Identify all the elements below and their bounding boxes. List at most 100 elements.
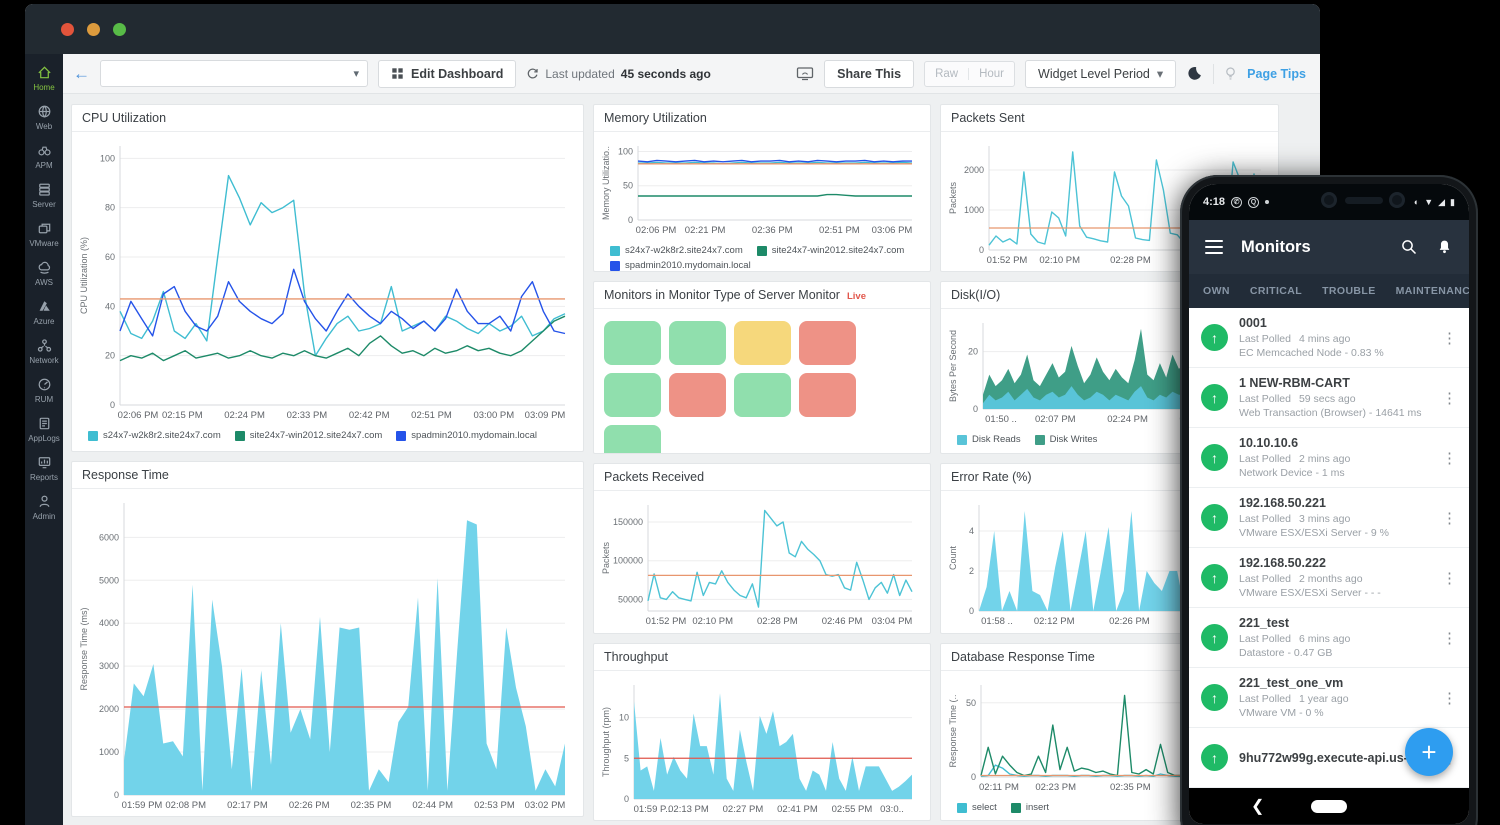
- sidebar-item-aws[interactable]: AWS: [25, 259, 63, 287]
- svg-text:02:06 PM: 02:06 PM: [636, 225, 677, 236]
- kebab-menu-icon[interactable]: ⋮: [1438, 449, 1461, 467]
- monitor-list-item[interactable]: ↑ 221_test Last Polled6 mins ago Datasto…: [1189, 608, 1469, 668]
- sidebar-item-apm[interactable]: APM: [25, 142, 63, 170]
- android-home-pill[interactable]: [1311, 800, 1347, 813]
- svg-text:02:33 PM: 02:33 PM: [287, 410, 328, 421]
- sidebar-item-server[interactable]: Server: [25, 181, 63, 209]
- close-button[interactable]: [61, 23, 74, 36]
- sidebar-item-applogs[interactable]: AppLogs: [25, 415, 63, 443]
- monitor-tile-trouble[interactable]: [734, 321, 791, 365]
- sidebar-item-admin[interactable]: Admin: [25, 493, 63, 521]
- monitor-list-item[interactable]: ↑ 221_test_one_vm Last Polled1 year ago …: [1189, 668, 1469, 728]
- kebab-menu-icon[interactable]: ⋮: [1438, 629, 1461, 647]
- svg-text:02:53 PM: 02:53 PM: [474, 800, 515, 811]
- packets-received-chart: 5000010000015000001:52 PM02:10 PM02:28 P…: [600, 497, 920, 629]
- hour-option[interactable]: Hour: [968, 68, 1014, 80]
- svg-text:0: 0: [628, 215, 633, 225]
- svg-text:02:27 PM: 02:27 PM: [723, 804, 764, 815]
- binoculars-icon: [36, 142, 53, 159]
- memory-legend: s24x7-w2k8r2.site24x7.comsite24x7-win201…: [600, 243, 922, 272]
- tab-own[interactable]: OWN: [1193, 274, 1240, 308]
- svg-text:01:50 ..: 01:50 ..: [985, 414, 1017, 425]
- sidebar-item-vmware[interactable]: VMware: [25, 220, 63, 248]
- monitor-tile-critical[interactable]: [799, 373, 856, 417]
- throughput-chart: 051001:59 P..02:13 PM02:27 PM02:41 PM02:…: [600, 677, 920, 817]
- svg-text:03:06 PM: 03:06 PM: [872, 225, 913, 236]
- monitor-last-polled: Last Polled2 mins ago: [1239, 453, 1427, 465]
- raw-option[interactable]: Raw: [925, 68, 968, 80]
- back-arrow-button[interactable]: ←: [73, 64, 90, 84]
- sidebar-item-network[interactable]: Network: [25, 337, 63, 365]
- monitor-list-item[interactable]: ↑ 0001 Last Polled4 mins ago EC Memcache…: [1189, 308, 1469, 368]
- status-up-icon: ↑: [1201, 324, 1228, 351]
- svg-text:0: 0: [110, 400, 115, 410]
- hamburger-menu-icon[interactable]: [1205, 240, 1223, 254]
- tab-maintenance[interactable]: MAINTENANCE: [1386, 274, 1469, 308]
- monitor-list-item[interactable]: ↑ 192.168.50.221 Last Polled3 mins ago V…: [1189, 488, 1469, 548]
- kebab-menu-icon[interactable]: ⋮: [1438, 509, 1461, 527]
- legend-item: Disk Reads: [957, 434, 1021, 445]
- refresh-icon[interactable]: [526, 67, 539, 80]
- kebab-menu-icon[interactable]: ⋮: [1438, 389, 1461, 407]
- monitor-name: 221_test_one_vm: [1239, 676, 1427, 690]
- battery-icon: ▮: [1450, 197, 1455, 208]
- phone-mockup: 4:18 ✆ Q ◐ ▼ ◢ ▮ Monitors: [1180, 175, 1478, 825]
- svg-text:02:28 PM: 02:28 PM: [1110, 255, 1151, 266]
- home-icon: [36, 64, 53, 81]
- add-monitor-fab[interactable]: +: [1405, 728, 1453, 776]
- svg-text:50000: 50000: [618, 594, 643, 604]
- widget-level-period-select[interactable]: Widget Level Period ▾: [1025, 60, 1176, 88]
- dark-mode-moon-icon[interactable]: [1186, 65, 1203, 82]
- monitor-list-item[interactable]: ↑ 10.10.10.6 Last Polled2 mins ago Netwo…: [1189, 428, 1469, 488]
- monitor-tile-up[interactable]: [604, 373, 661, 417]
- sidebar-item-azure[interactable]: Azure: [25, 298, 63, 326]
- tab-trouble[interactable]: TROUBLE: [1312, 274, 1386, 308]
- monitor-name: 9hu772w99g.execute-api.us-east-1...: [1239, 751, 1427, 765]
- svg-text:02:28 PM: 02:28 PM: [757, 616, 798, 627]
- edit-dashboard-button[interactable]: Edit Dashboard: [378, 60, 516, 88]
- kebab-menu-icon[interactable]: ⋮: [1438, 569, 1461, 587]
- kebab-menu-icon[interactable]: ⋮: [1438, 329, 1461, 347]
- monitor-last-polled: Last Polled3 mins ago: [1239, 513, 1427, 525]
- phone-page-title: Monitors: [1241, 238, 1311, 257]
- monitor-tile-up[interactable]: [734, 373, 791, 417]
- tab-critical[interactable]: CRITICAL: [1240, 274, 1312, 308]
- dashboard-grid-icon: [391, 67, 404, 80]
- panel-title: Response Time: [82, 468, 169, 482]
- sidebar-item-rum[interactable]: RUM: [25, 376, 63, 404]
- monitor-tile-up[interactable]: [604, 321, 661, 365]
- sidebar-item-home[interactable]: Home: [25, 64, 63, 92]
- svg-text:02:24 PM: 02:24 PM: [224, 410, 265, 421]
- svg-text:02:08 PM: 02:08 PM: [165, 800, 206, 811]
- svg-text:01:59 P..: 01:59 P..: [634, 804, 671, 815]
- monitor-tile-up[interactable]: [669, 321, 726, 365]
- android-back-icon[interactable]: ❮: [1251, 796, 1264, 816]
- monitor-tile-up[interactable]: [604, 425, 661, 454]
- svg-text:02:42 PM: 02:42 PM: [349, 410, 390, 421]
- front-camera-left: [1321, 192, 1337, 208]
- svg-text:5000: 5000: [99, 575, 119, 585]
- legend-item: insert: [1011, 802, 1049, 813]
- share-this-button[interactable]: Share This: [824, 60, 914, 88]
- page-tips-link[interactable]: Page Tips: [1247, 67, 1306, 81]
- svg-text:Memory Utilizatio..: Memory Utilizatio..: [601, 146, 611, 220]
- status-up-icon: ↑: [1201, 744, 1228, 771]
- dashboard-select[interactable]: ▾: [100, 60, 368, 87]
- monitor-tile-critical[interactable]: [799, 321, 856, 365]
- maximize-button[interactable]: [113, 23, 126, 36]
- monitor-list-item[interactable]: ↑ 1 NEW-RBM-CART Last Polled59 secs ago …: [1189, 368, 1469, 428]
- monitor-tile-critical[interactable]: [669, 373, 726, 417]
- svg-text:01:59 PM: 01:59 PM: [122, 800, 163, 811]
- svg-text:20: 20: [968, 347, 978, 357]
- minimize-button[interactable]: [87, 23, 100, 36]
- search-icon[interactable]: [1400, 238, 1418, 256]
- monitor-list-item[interactable]: ↑ 192.168.50.222 Last Polled2 months ago…: [1189, 548, 1469, 608]
- kebab-menu-icon[interactable]: ⋮: [1438, 689, 1461, 707]
- sidebar-item-web[interactable]: Web: [25, 103, 63, 131]
- bell-icon[interactable]: [1436, 238, 1453, 256]
- sidebar-item-reports[interactable]: Reports: [25, 454, 63, 482]
- share-screen-icon[interactable]: [796, 66, 814, 81]
- status-up-icon: ↑: [1201, 444, 1228, 471]
- call-notification-icon: ✆: [1231, 197, 1242, 208]
- status-up-icon: ↑: [1201, 504, 1228, 531]
